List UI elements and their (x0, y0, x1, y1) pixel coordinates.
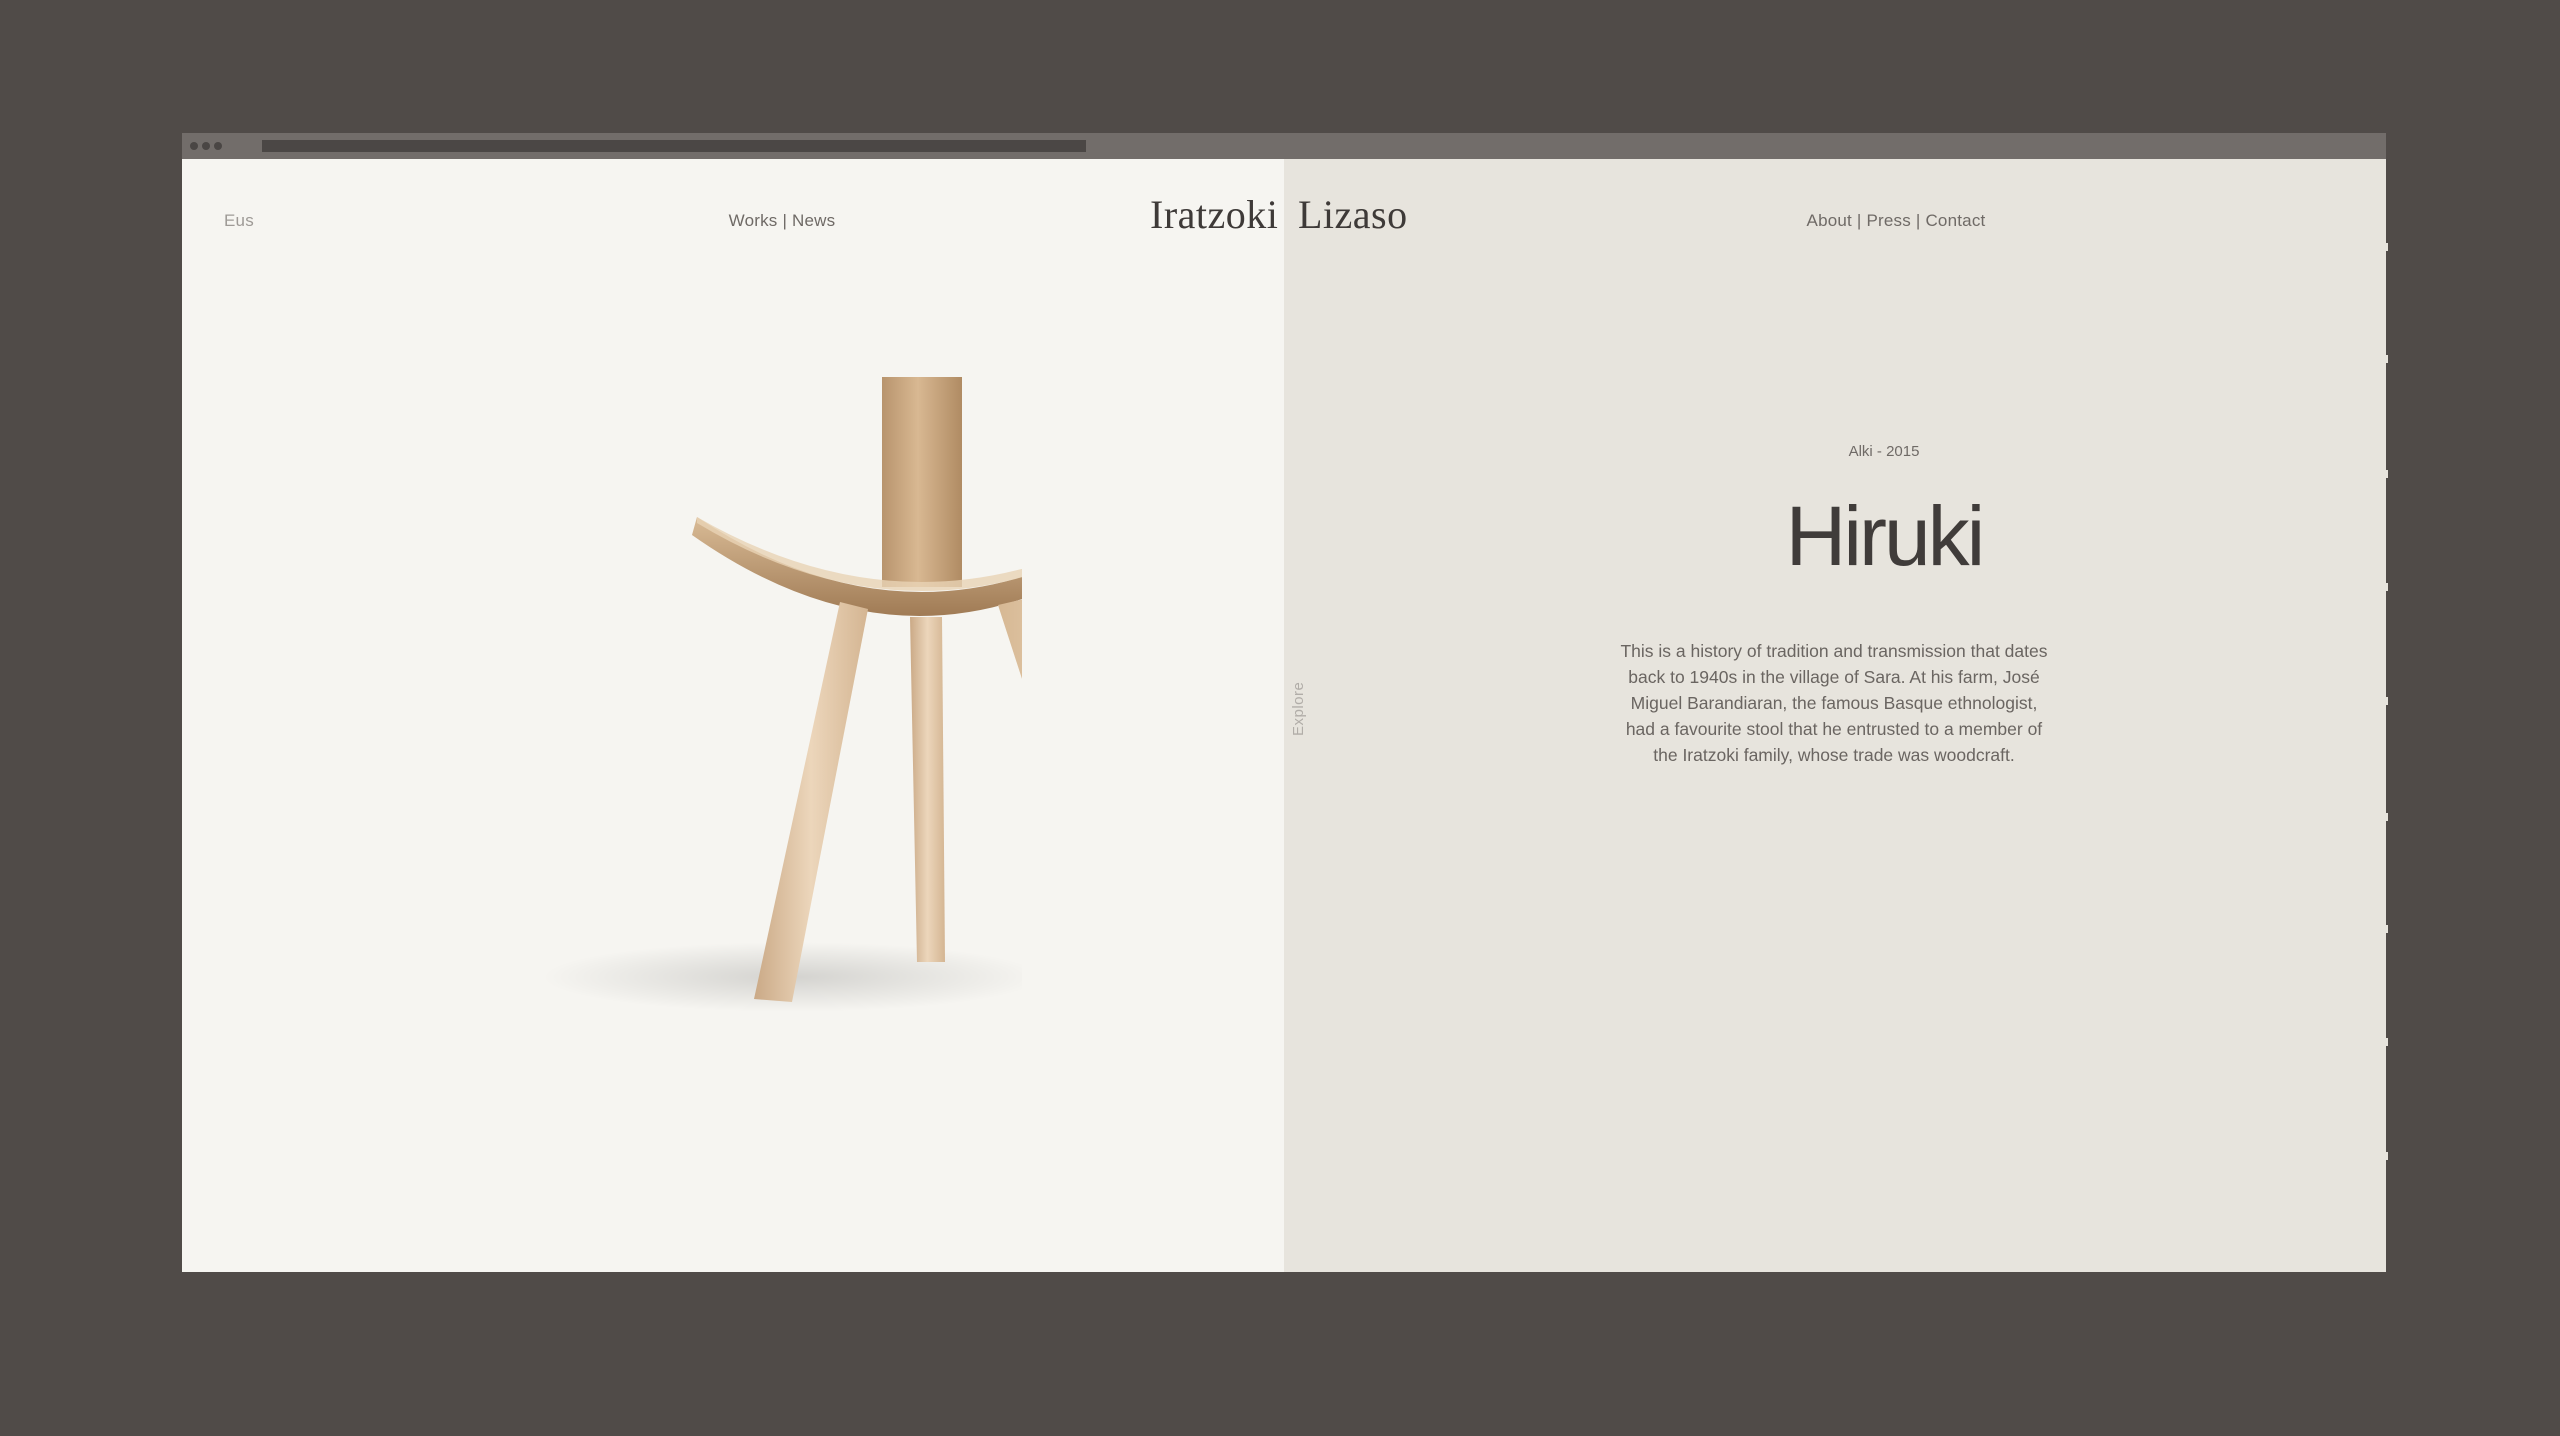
page-content: Eus Works | News Iratzoki Lizaso About |… (182, 133, 2386, 1272)
logo-iratzoki[interactable]: Iratzoki (1150, 191, 1278, 238)
logo-lizaso[interactable]: Lizaso (1298, 191, 1408, 238)
explore-link[interactable]: Explore (1290, 682, 1307, 736)
nav-contact-link[interactable]: Contact (1925, 211, 1985, 230)
nav-press-link[interactable]: Press (1866, 211, 1910, 230)
nav-news-link[interactable]: News (792, 211, 835, 230)
nav-works-link[interactable]: Works (729, 211, 778, 230)
nav-separator: | (1856, 211, 1862, 230)
main-nav-right: About | Press | Contact (1696, 211, 2096, 231)
main-nav-left: Works | News (682, 211, 882, 231)
product-description: This is a history of tradition and trans… (1620, 641, 2048, 765)
product-meta: Alki - 2015 (1848, 443, 1920, 460)
language-switch[interactable]: Eus (224, 211, 254, 231)
nav-separator: | (1915, 211, 1921, 230)
nav-about-link[interactable]: About (1807, 211, 1852, 230)
product-title: Hiruki (1785, 489, 1986, 583)
nav-separator: | (782, 211, 788, 230)
